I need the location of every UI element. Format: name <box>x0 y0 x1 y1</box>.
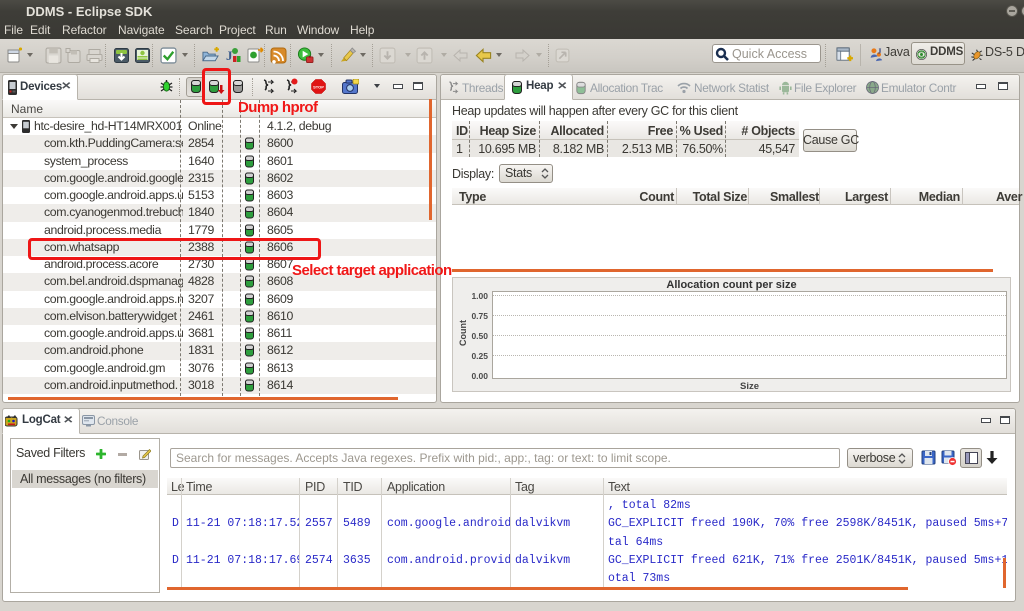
svg-text:STOP: STOP <box>313 85 324 90</box>
svg-text:J: J <box>878 47 882 56</box>
svg-text:J: J <box>226 48 233 63</box>
